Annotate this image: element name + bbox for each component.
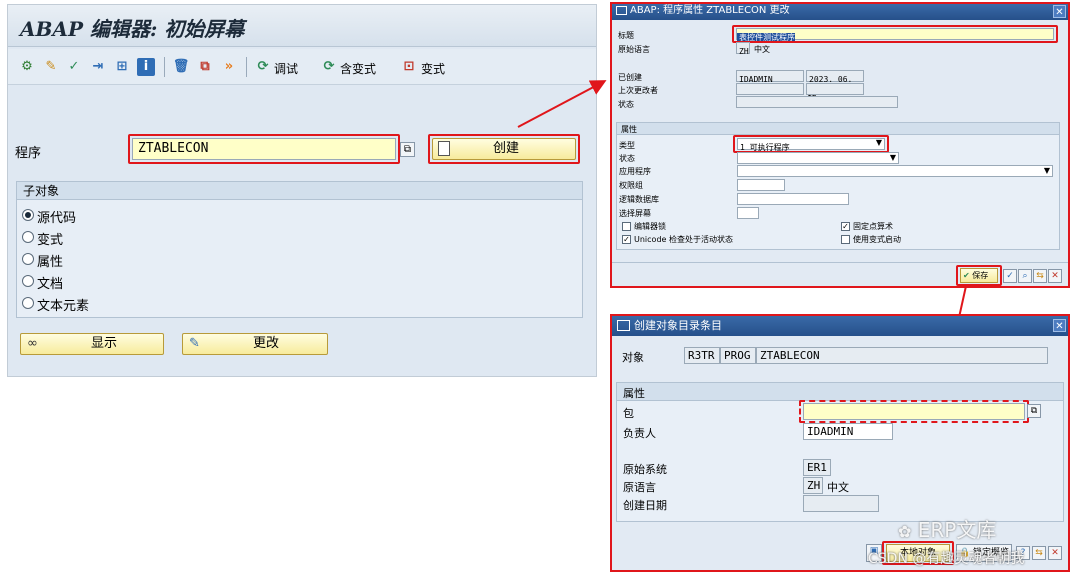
window-icon [616, 6, 627, 15]
responsible-input[interactable]: IDADMIN [803, 423, 893, 440]
object-prog-field: PROG [720, 347, 756, 364]
last-changed-date-field [806, 83, 864, 95]
orig-lang-label: 原始语言 [618, 45, 650, 54]
status2-label: 状态 [619, 154, 635, 163]
close-icon[interactable]: ✕ [1053, 5, 1066, 18]
logical-db-input[interactable] [737, 193, 849, 205]
logical-db-label: 逻辑数据库 [619, 195, 659, 204]
dialog-title-bar: 创建对象目录条目 ✕ [612, 316, 1068, 336]
transfer-icon[interactable]: ⇆ [1033, 269, 1047, 283]
type-highlight [733, 135, 889, 153]
last-changed-by-field [736, 83, 804, 95]
transfer-icon[interactable]: ⇆ [1032, 546, 1046, 560]
search-icon[interactable]: ⌕ [1018, 269, 1032, 283]
status-dropdown[interactable]: ▼ [737, 152, 899, 164]
auth-group-input[interactable] [737, 179, 785, 191]
created-by-field: IDADMIN [736, 70, 804, 84]
unicode-label: Unicode 检查处于活动状态 [634, 235, 733, 244]
orig-lang-code: ZH [803, 477, 823, 494]
editor-lock-label: 编辑器锁 [634, 222, 666, 231]
fixed-point-label: 固定点算术 [853, 222, 893, 231]
program-attributes-dialog: ABAP: 程序属性 ZTABLECON 更改 ✕ 标题 表控件测试程序 原始语… [610, 2, 1070, 288]
watermark-brand: ✿ ERP文库 [898, 514, 996, 543]
object-label: 对象 [622, 351, 644, 364]
unicode-checkbox[interactable]: ✓ [622, 235, 631, 244]
status-label: 状态 [618, 100, 634, 109]
chevron-down-icon: ▼ [1043, 166, 1050, 175]
dialog-title: 创建对象目录条目 [634, 319, 722, 332]
editor-lock-checkbox[interactable] [622, 222, 631, 231]
cancel-icon[interactable]: ✕ [1048, 546, 1062, 560]
object-r3tr-field: R3TR [684, 347, 720, 364]
attributes-title: 属性 [621, 125, 637, 134]
application-dropdown[interactable]: ▼ [737, 165, 1053, 177]
orig-system-field: ER1 [803, 459, 831, 476]
watermark-brand-text: ERP文库 [917, 518, 997, 542]
attributes-panel: 属性 包 ⧉ 负责人 IDADMIN 原始系统 ER1 原语言 ZH 中文 创建… [616, 382, 1064, 522]
package-label: 包 [623, 407, 634, 420]
status-field [736, 96, 898, 108]
attributes-title: 属性 [623, 387, 645, 400]
start-variant-label: 使用变式启动 [853, 235, 901, 244]
responsible-label: 负责人 [623, 427, 656, 440]
orig-system-label: 原始系统 [623, 463, 667, 476]
orig-lang-name: 中文 [754, 45, 770, 54]
arrow-to-attributes-dialog [517, 80, 607, 128]
created-date-field: 2023. 06. 12 [806, 70, 864, 98]
title-highlight [732, 25, 1058, 43]
check-icon[interactable]: ✓ [1003, 269, 1017, 283]
dialog-title: ABAP: 程序属性 ZTABLECON 更改 [630, 5, 790, 16]
close-icon[interactable]: ✕ [1053, 319, 1066, 332]
dialog-title-bar: ABAP: 程序属性 ZTABLECON 更改 ✕ [612, 4, 1068, 20]
save-highlight [956, 265, 1002, 286]
start-variant-checkbox[interactable] [841, 235, 850, 244]
app-label: 应用程序 [619, 167, 651, 176]
orig-lang-code: ZH [736, 42, 750, 56]
attributes-panel: 属性 类型 1 可执行程序 ▼ 状态 ▼ 应用程序 ▼ 权限组 逻辑数据库 选择… [616, 122, 1060, 250]
created-on-field [803, 495, 879, 512]
fixed-point-checkbox[interactable]: ✓ [841, 222, 850, 231]
attributes-header: 属性 [617, 123, 1059, 135]
auth-group-label: 权限组 [619, 181, 643, 190]
orig-lang-label: 原语言 [623, 481, 656, 494]
orig-lang-code-text: ZH [739, 47, 749, 56]
object-catalog-dialog: 创建对象目录条目 ✕ 对象 R3TR PROG ZTABLECON 属性 包 ⧉… [610, 314, 1070, 572]
chevron-down-icon: ▼ [889, 153, 896, 162]
watermark-credit: CSDN @有趣灵魂者朝我 [868, 551, 1025, 567]
wechat-icon: ✿ [898, 522, 912, 541]
type-label: 类型 [619, 141, 635, 150]
created-on-label: 创建日期 [623, 499, 667, 512]
window-icon [617, 320, 630, 331]
footer-divider [612, 262, 1068, 263]
attributes-header: 属性 [617, 383, 1063, 401]
f4-help-icon[interactable]: ⧉ [1027, 404, 1041, 418]
title-label: 标题 [618, 31, 634, 40]
cancel-icon[interactable]: ✕ [1048, 269, 1062, 283]
orig-lang-name: 中文 [827, 481, 849, 494]
last-changed-label: 上次更改者 [618, 86, 658, 95]
created-label: 已创建 [618, 73, 642, 82]
object-name-field: ZTABLECON [756, 347, 1048, 364]
package-highlight [799, 400, 1029, 423]
selection-screen-label: 选择屏幕 [619, 209, 651, 218]
selection-screen-input[interactable] [737, 207, 759, 219]
